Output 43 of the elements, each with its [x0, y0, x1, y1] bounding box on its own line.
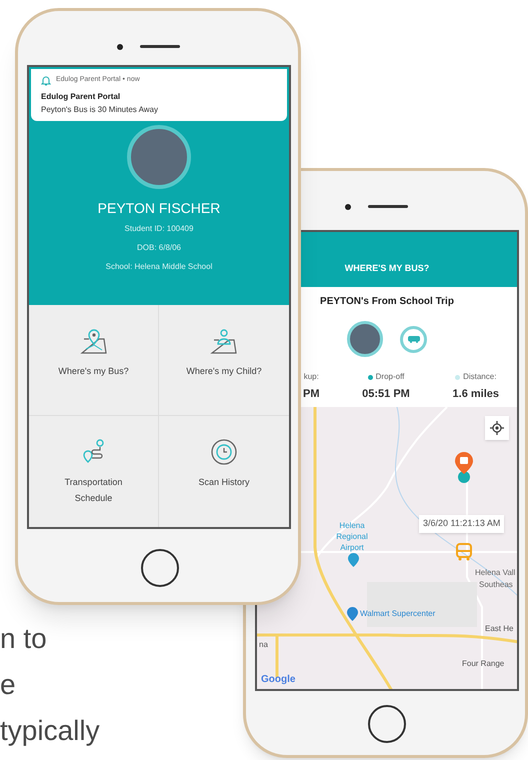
photo-placeholder: [347, 321, 383, 357]
map-pin-icon: [348, 553, 359, 567]
stat-label: Drop-off: [376, 371, 404, 383]
promo-text-line: n to: [0, 622, 48, 656]
home-button[interactable]: [141, 549, 179, 587]
notification-message: Peyton's Bus is 30 Minutes Away: [41, 105, 159, 115]
stat-value: 1.6 miles: [452, 387, 499, 402]
location-marker-icon: [454, 452, 474, 484]
trip-title: PEYTON's From School Trip: [320, 295, 454, 309]
student-detail: School: Helena Middle School: [106, 261, 212, 273]
stat-label: kup:: [304, 371, 319, 383]
person-map-icon: [210, 327, 238, 355]
bus-icon: [408, 336, 420, 342]
speaker-slot: [368, 205, 408, 208]
student-detail: DOB: 6/8/06: [136, 242, 182, 254]
menu-tile[interactable]: Where's my Bus?: [29, 305, 159, 416]
my-location-button[interactable]: [485, 416, 509, 440]
bus-icon: [455, 543, 473, 561]
crosshair-icon: [490, 421, 504, 435]
promo-text-line: typically: [0, 714, 100, 748]
stat-label: Distance:: [463, 371, 496, 383]
promo-text-line: e: [0, 668, 17, 702]
map-pin-icon: [80, 327, 108, 355]
map-label: Southeas: [479, 579, 513, 591]
map-label: Helena Regional Airport: [335, 520, 369, 553]
bell-icon: [41, 75, 51, 86]
stat-value: 05:51 PM: [362, 387, 410, 402]
clock-icon: [210, 438, 238, 466]
map-label: Helena Vall: [475, 567, 516, 579]
screen-title: WHERE'S MY BUS?: [344, 262, 430, 274]
speaker-slot: [140, 45, 180, 48]
map-attribution: Google: [261, 673, 296, 687]
map-label: na: [259, 639, 268, 651]
stat-value: PM: [303, 387, 320, 402]
map-label: East He: [485, 623, 514, 635]
student-name: PEYTON FISCHER: [98, 199, 220, 217]
map-label: Four Range: [462, 658, 504, 670]
map-tooltip: 3/6/20 11:21:13 AM: [419, 515, 504, 532]
map-pin-icon: [347, 607, 358, 621]
student-detail: Student ID: 100409: [124, 223, 194, 235]
home-button[interactable]: [368, 705, 406, 743]
map-label: Walmart Supercenter: [360, 608, 436, 620]
notification-title: Edulog Parent Portal: [41, 92, 122, 102]
